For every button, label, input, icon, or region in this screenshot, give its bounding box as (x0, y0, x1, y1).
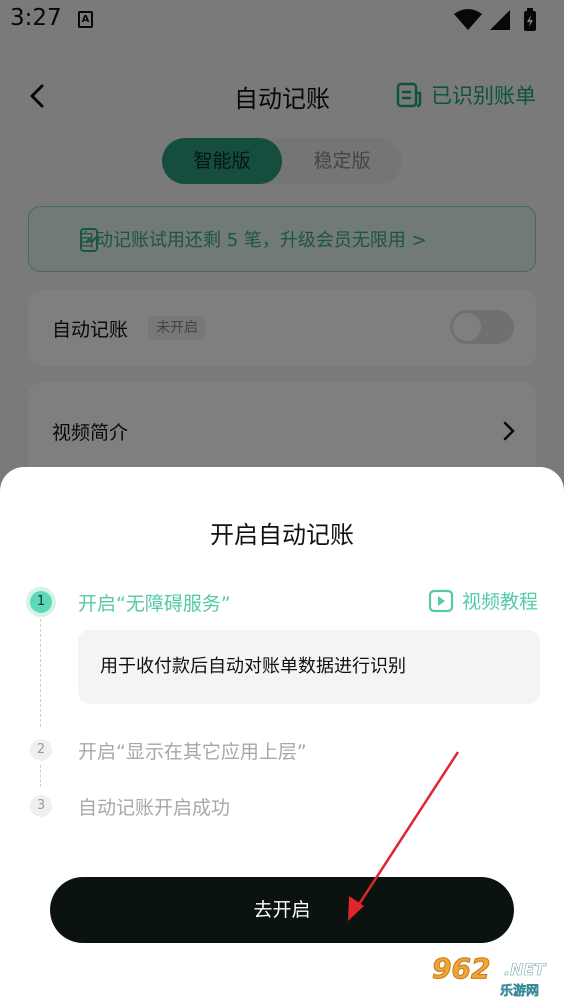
step-1-number: 1 (30, 591, 52, 613)
go-enable-button[interactable]: 去开启 (50, 877, 514, 943)
sheet-title: 开启自动记账 (210, 521, 354, 549)
site-watermark: 962 .NET 乐游网 (428, 952, 558, 1000)
step-1-description: 用于收付款后自动对账单数据进行识别 (78, 630, 540, 704)
watermark-brand: 962 (431, 952, 491, 986)
step-2-label: 开启“显示在其它应用上层” (78, 741, 307, 763)
step-connector (40, 619, 41, 727)
watermark-suffix: .NET (504, 960, 546, 980)
watermark-cn: 乐游网 (500, 984, 540, 1000)
video-tutorial-label: 视频教程 (461, 591, 538, 613)
step-3-number: 3 (30, 795, 52, 817)
enable-auto-accounting-sheet: 开启自动记账 1 开启“无障碍服务” 视频教程 用于收付款后自动对账单数据进行识… (0, 467, 564, 1004)
video-tutorial-link[interactable]: 视频教程 (428, 587, 538, 614)
step-2-number: 2 (30, 739, 52, 761)
step-connector (40, 765, 41, 787)
step-1-label: 开启“无障碍服务” (78, 593, 231, 615)
step-3-label: 自动记账开启成功 (78, 797, 231, 819)
play-video-icon (428, 589, 454, 612)
